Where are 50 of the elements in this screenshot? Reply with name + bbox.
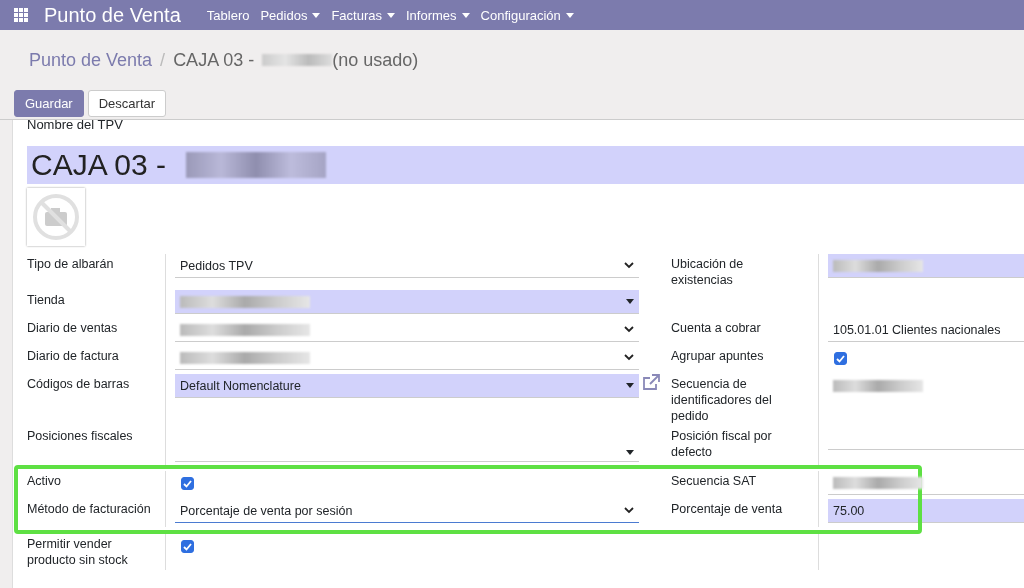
menu-item[interactable]: Configuración (480, 7, 574, 23)
input-field[interactable]: 105.01.01 Clientes nacionales (828, 318, 1024, 342)
field-label: Cuenta a cobrar (671, 320, 762, 337)
name-field[interactable]: CAJA 03 - (27, 146, 1024, 184)
caret-icon (626, 299, 634, 304)
breadcrumb-separator: / (160, 49, 166, 71)
field-label: Posiciones fiscales (27, 428, 134, 445)
select-field[interactable]: Porcentaje de venta por sesión (175, 499, 639, 523)
field-label: Permitir vender producto sin stock (27, 536, 129, 569)
chevron-icon (624, 326, 634, 333)
field-label: Nombre del TPV (27, 120, 124, 134)
field-label: Diario de ventas (27, 320, 119, 337)
chevron-icon (624, 354, 634, 361)
field-label: Activo (27, 473, 63, 490)
menu-item[interactable]: Facturas (331, 7, 395, 23)
field-label: Ubicación de existencias (671, 256, 745, 289)
input-field[interactable] (828, 254, 1024, 278)
field-label: Códigos de barras (27, 376, 131, 393)
no-image-icon[interactable] (27, 188, 85, 246)
caret-icon (626, 383, 634, 388)
checkbox[interactable] (181, 540, 194, 553)
chevron-icon (624, 507, 634, 514)
field-label: Secuencia SAT (671, 473, 758, 490)
checkbox[interactable] (181, 477, 194, 490)
caret-icon (626, 450, 634, 455)
external-link-icon[interactable] (642, 374, 660, 392)
field-label: Tipo de albarán (27, 256, 115, 273)
menu-item[interactable]: Informes (406, 7, 470, 23)
breadcrumb-link[interactable]: Punto de Venta (29, 49, 153, 71)
select-field[interactable]: Pedidos TPV (175, 254, 639, 278)
input-field[interactable]: 75.00 (828, 499, 1024, 523)
checkbox[interactable] (834, 352, 847, 365)
field-label: Tienda (27, 292, 66, 309)
select-field[interactable] (175, 290, 639, 314)
app-title: Punto de Venta (44, 3, 181, 27)
breadcrumb-current: CAJA 03 - (173, 49, 255, 71)
field-label: Método de facturación (27, 501, 152, 518)
field-label: Diario de factura (27, 348, 120, 365)
field-label: Secuencia de identificadores del pedido (671, 376, 773, 425)
field-label: Porcentaje de venta (671, 501, 784, 518)
select-field[interactable]: Default Nomenclature (175, 374, 639, 398)
form-button[interactable]: Guardar (14, 90, 84, 117)
apps-grid-icon[interactable] (14, 8, 28, 22)
menu-item[interactable]: Tablero (206, 7, 250, 23)
menu-item[interactable]: Pedidos (260, 7, 321, 23)
form-button[interactable]: Descartar (87, 90, 167, 117)
chevron-icon (624, 262, 634, 269)
field-label: Agrupar apuntes (671, 348, 765, 365)
field-label: Posición fiscal por defecto (671, 428, 773, 461)
record-status: (no usado) (332, 49, 419, 71)
